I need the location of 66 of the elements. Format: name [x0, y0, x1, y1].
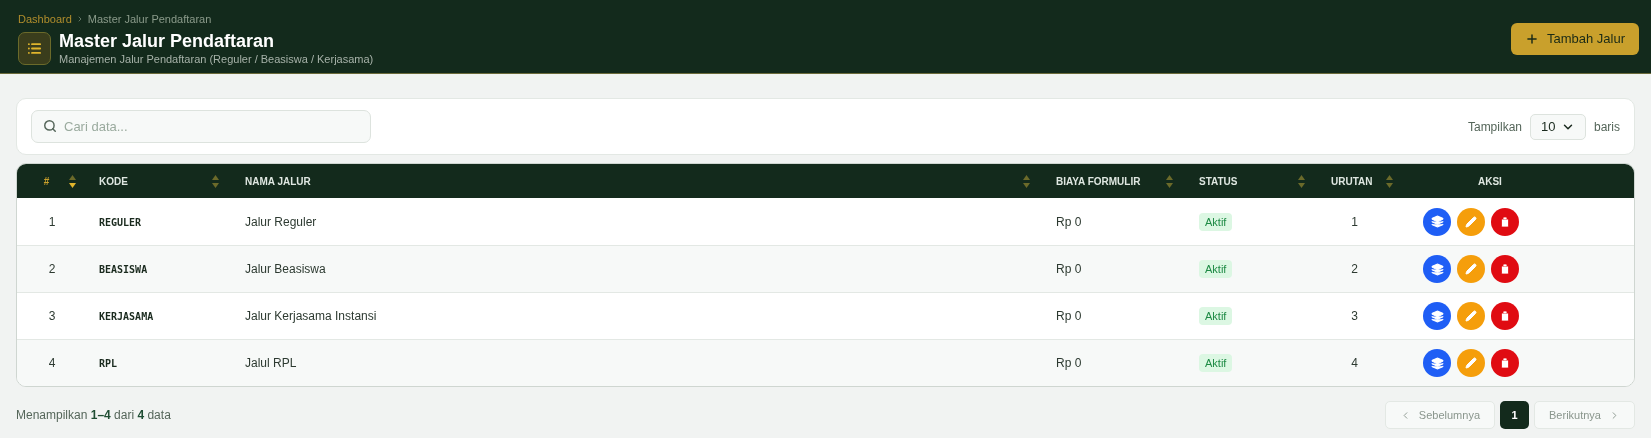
sort-icon[interactable]: [69, 174, 77, 188]
layers-icon: [1430, 309, 1444, 323]
layers-button[interactable]: [1423, 207, 1451, 236]
name-cell: Jalur Reguler: [245, 214, 317, 229]
order-cell: 3: [1351, 309, 1358, 323]
code-cell: BEASISWA: [99, 264, 148, 275]
trash-icon: [1499, 310, 1511, 322]
column-header[interactable]: #: [43, 173, 50, 189]
pencil-icon: [1465, 215, 1477, 228]
page-size-select[interactable]: 10: [1530, 113, 1586, 140]
layers-button[interactable]: [1423, 255, 1451, 283]
search-icon: [43, 119, 57, 133]
pencil-icon: [1465, 263, 1477, 275]
code-cell: REGULER: [99, 216, 142, 228]
fee-cell: Rp 0: [1056, 309, 1082, 323]
fee-cell: Rp 0: [1056, 356, 1082, 370]
column-header: AKSI: [1478, 174, 1502, 189]
code-cell: KERJASAMA: [99, 311, 154, 322]
page-size-suffix: baris: [1594, 118, 1620, 136]
column-header[interactable]: STATUS: [1199, 173, 1238, 189]
page-subtitle: Manajemen Jalur Pendaftaran (Reguler / Beasiswa / Kerjasama): [59, 52, 374, 67]
layers-button[interactable]: [1423, 349, 1451, 377]
layers-icon: [1430, 215, 1444, 228]
name-cell: Jalul RPL: [245, 356, 297, 370]
row-number: 3: [48, 308, 56, 325]
layers-icon: [1430, 356, 1444, 370]
trash-icon: [1499, 263, 1511, 275]
breadcrumb-current: Master Jalur Pendaftaran: [87, 11, 212, 27]
name-cell: Jalur Kerjasama Instansi: [245, 309, 377, 323]
search-field[interactable]: Cari data...: [31, 110, 371, 143]
trash-icon: [1499, 357, 1511, 369]
summary-text: Menampilkan 1–4 dari 4 data: [16, 407, 171, 424]
status-badge: Aktif: [1199, 307, 1233, 325]
status-badge: Aktif: [1199, 260, 1233, 278]
column-header[interactable]: NAMA JALUR: [245, 173, 311, 189]
page-title: Master Jalur Pendaftaran: [59, 31, 276, 53]
column-header[interactable]: BIAYA FORMULIR: [1056, 173, 1141, 189]
delete-button[interactable]: [1491, 302, 1519, 330]
status-badge: Aktif: [1199, 354, 1233, 372]
delete-button[interactable]: [1491, 207, 1519, 236]
trash-icon: [1499, 215, 1511, 228]
column-header[interactable]: KODE: [99, 173, 128, 189]
column-header[interactable]: URUTAN: [1331, 173, 1373, 189]
row-number: 4: [48, 355, 56, 372]
add-button[interactable]: Tambah Jalur: [1510, 22, 1639, 55]
row-number: 2: [48, 261, 56, 278]
layers-button[interactable]: [1423, 302, 1451, 330]
pencil-icon: [1465, 357, 1477, 369]
page-size-label: Tampilkan: [1467, 118, 1522, 136]
status-badge: Aktif: [1199, 212, 1233, 231]
layers-icon: [1430, 262, 1444, 276]
delete-button[interactable]: [1491, 349, 1519, 377]
list-icon: [27, 41, 42, 57]
row-number: 1: [48, 213, 56, 231]
fee-cell: Rp 0: [1056, 214, 1082, 229]
name-cell: Jalur Beasiswa: [245, 262, 326, 276]
page-button[interactable]: 1: [1500, 401, 1529, 429]
pencil-icon: [1465, 310, 1477, 322]
plus-icon: [1524, 31, 1539, 46]
breadcrumb-link[interactable]: Dashboard: [18, 10, 72, 28]
code-cell: RPL: [99, 358, 118, 369]
delete-button[interactable]: [1491, 255, 1519, 283]
fee-cell: Rp 0: [1056, 262, 1082, 276]
order-cell: 2: [1351, 262, 1358, 276]
order-cell: 1: [1351, 214, 1358, 229]
order-cell: 4: [1351, 356, 1358, 370]
